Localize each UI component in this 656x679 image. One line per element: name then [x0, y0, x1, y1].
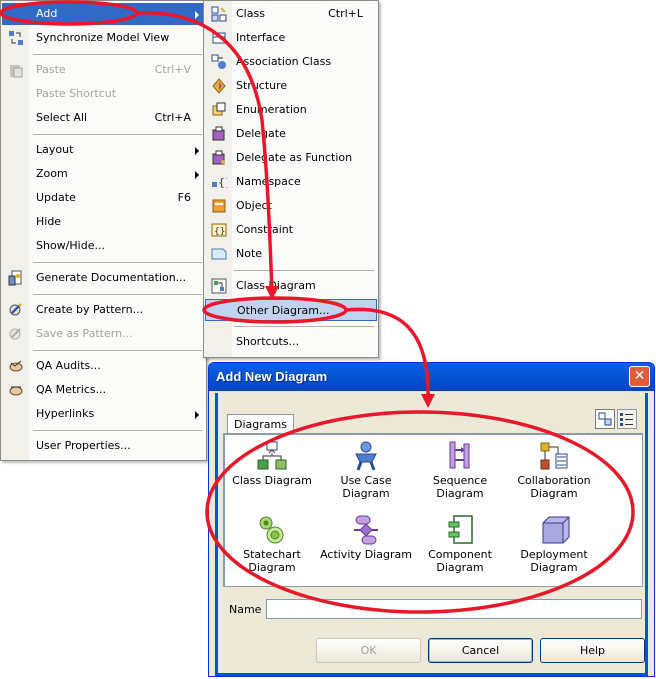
- menu-item-show-hide[interactable]: Show/Hide...: [2, 235, 205, 257]
- statechart-diagram-icon: [259, 516, 284, 544]
- submenu-item-enumeration[interactable]: Enumeration: [205, 99, 377, 121]
- menu-separator: [234, 326, 374, 327]
- svg-text:{}: {}: [218, 176, 227, 189]
- diagram-type-activity[interactable]: Activity Diagram: [320, 514, 412, 561]
- submenu-item-association-class[interactable]: Association Class: [205, 51, 377, 73]
- submenu-arrow-icon: [195, 147, 199, 155]
- submenu-item-class-diagram[interactable]: Class Diagram: [205, 275, 377, 297]
- diagram-type-class[interactable]: Class Diagram: [226, 440, 318, 487]
- submenu-item-shortcuts[interactable]: Shortcuts...: [205, 331, 377, 353]
- context-menu: Add Synchronize Model View Paste Ctrl+V …: [0, 0, 207, 461]
- qa-metrics-icon: [9, 386, 23, 396]
- tab-diagrams[interactable]: Diagrams: [227, 414, 294, 434]
- qa-audits-icon: [9, 360, 23, 372]
- diagram-type-use-case[interactable]: Use Case Diagram: [320, 440, 412, 500]
- component-diagram-icon: [448, 515, 473, 544]
- diagram-type-sequence[interactable]: Sequence Diagram: [414, 440, 506, 500]
- menu-item-layout[interactable]: Layout: [2, 139, 205, 161]
- structure-icon: [212, 78, 226, 94]
- menu-separator: [33, 262, 202, 263]
- save-pattern-icon: [9, 328, 21, 340]
- collaboration-diagram-icon: [540, 442, 568, 470]
- menu-item-zoom[interactable]: Zoom: [2, 163, 205, 185]
- menu-separator: [234, 270, 374, 271]
- list-view-button[interactable]: [617, 409, 637, 429]
- menu-item-create-by-pattern[interactable]: Create by Pattern...: [2, 299, 205, 321]
- menu-item-paste-shortcut[interactable]: Paste Shortcut: [2, 83, 205, 105]
- menu-item-synchronize-model-view[interactable]: Synchronize Model View: [2, 27, 205, 49]
- menu-separator: [33, 350, 202, 351]
- menu-item-add[interactable]: Add: [2, 3, 205, 25]
- diagram-type-statechart[interactable]: Statechart Diagram: [226, 514, 318, 574]
- documentation-icon: [8, 270, 22, 286]
- delegate-icon: [212, 126, 225, 141]
- dialog-title: Add New Diagram: [216, 369, 328, 384]
- menu-item-generate-documentation[interactable]: Generate Documentation...: [2, 267, 205, 289]
- submenu-item-class[interactable]: Class Ctrl+L: [205, 3, 377, 25]
- class-diagram-icon: [211, 278, 227, 294]
- class-diagram-icon: [257, 441, 287, 470]
- diagram-type-collaboration[interactable]: Collaboration Diagram: [508, 440, 600, 500]
- association-class-icon: [211, 54, 226, 69]
- class-icon: [211, 6, 227, 22]
- submenu-item-delegate[interactable]: Delegate: [205, 123, 377, 145]
- interface-icon: [212, 32, 226, 44]
- submenu-arrow-icon: [195, 11, 199, 19]
- synchronize-icon: [9, 31, 23, 45]
- add-submenu: Class Ctrl+L Interface Association Class…: [203, 0, 379, 358]
- activity-diagram-icon: [354, 515, 378, 545]
- large-icons-view-icon: [598, 412, 612, 426]
- diagram-type-component[interactable]: Component Diagram: [414, 514, 506, 574]
- submenu-item-note[interactable]: Note: [205, 243, 377, 265]
- menu-item-qa-metrics[interactable]: QA Metrics...: [2, 379, 205, 401]
- submenu-item-delegate-as-function[interactable]: Delegate as Function: [205, 147, 377, 169]
- diagram-type-deployment[interactable]: Deployment Diagram: [508, 514, 600, 574]
- submenu-arrow-icon: [195, 171, 199, 179]
- help-button[interactable]: Help: [540, 638, 645, 663]
- menu-item-user-properties[interactable]: User Properties...: [2, 435, 205, 457]
- submenu-item-other-diagram[interactable]: Other Diagram...: [205, 299, 377, 321]
- cancel-button[interactable]: Cancel: [428, 638, 533, 663]
- submenu-arrow-icon: [195, 411, 199, 419]
- enumeration-icon: [212, 102, 226, 116]
- menu-item-select-all[interactable]: Select All Ctrl+A: [2, 107, 205, 129]
- constraint-icon: {}: [211, 223, 227, 237]
- submenu-item-interface[interactable]: Interface: [205, 27, 377, 49]
- menu-item-hide[interactable]: Hide: [2, 211, 205, 233]
- submenu-item-object[interactable]: Object: [205, 195, 377, 217]
- svg-text:{}: {}: [214, 227, 225, 237]
- paste-icon: [10, 65, 23, 78]
- submenu-item-structure[interactable]: Structure: [205, 75, 377, 97]
- pattern-wand-icon: [9, 303, 22, 316]
- delegate-function-icon: [212, 150, 225, 165]
- menu-separator: [33, 134, 202, 135]
- sequence-diagram-icon: [449, 441, 470, 469]
- note-icon: [211, 248, 227, 260]
- diagram-types-panel: Class Diagram Use Case Diagram Sequence …: [223, 433, 643, 587]
- menu-separator: [33, 294, 202, 295]
- object-icon: [212, 199, 226, 213]
- name-field[interactable]: [266, 599, 642, 619]
- menu-item-save-as-pattern[interactable]: Save as Pattern...: [2, 323, 205, 345]
- name-label: Name: [229, 603, 262, 616]
- add-new-diagram-dialog: Add New Diagram ✕ Diagrams Class Diagram…: [208, 362, 655, 677]
- menu-item-qa-audits[interactable]: QA Audits...: [2, 355, 205, 377]
- ok-button[interactable]: OK: [316, 638, 421, 663]
- submenu-item-constraint[interactable]: {} Constraint: [205, 219, 377, 241]
- menu-separator: [33, 54, 202, 55]
- close-button[interactable]: ✕: [629, 366, 650, 387]
- deployment-diagram-icon: [542, 516, 570, 544]
- menu-item-hyperlinks[interactable]: Hyperlinks: [2, 403, 205, 425]
- namespace-icon: {}: [212, 176, 227, 189]
- large-icons-view-button[interactable]: [595, 409, 615, 429]
- list-view-icon: [620, 413, 633, 426]
- use-case-diagram-icon: [355, 441, 377, 471]
- menu-separator: [33, 430, 202, 431]
- dialog-titlebar[interactable]: Add New Diagram ✕: [209, 363, 654, 391]
- menu-item-update[interactable]: Update F6: [2, 187, 205, 209]
- menu-item-paste[interactable]: Paste Ctrl+V: [2, 59, 205, 81]
- submenu-item-namespace[interactable]: {} Namespace: [205, 171, 377, 193]
